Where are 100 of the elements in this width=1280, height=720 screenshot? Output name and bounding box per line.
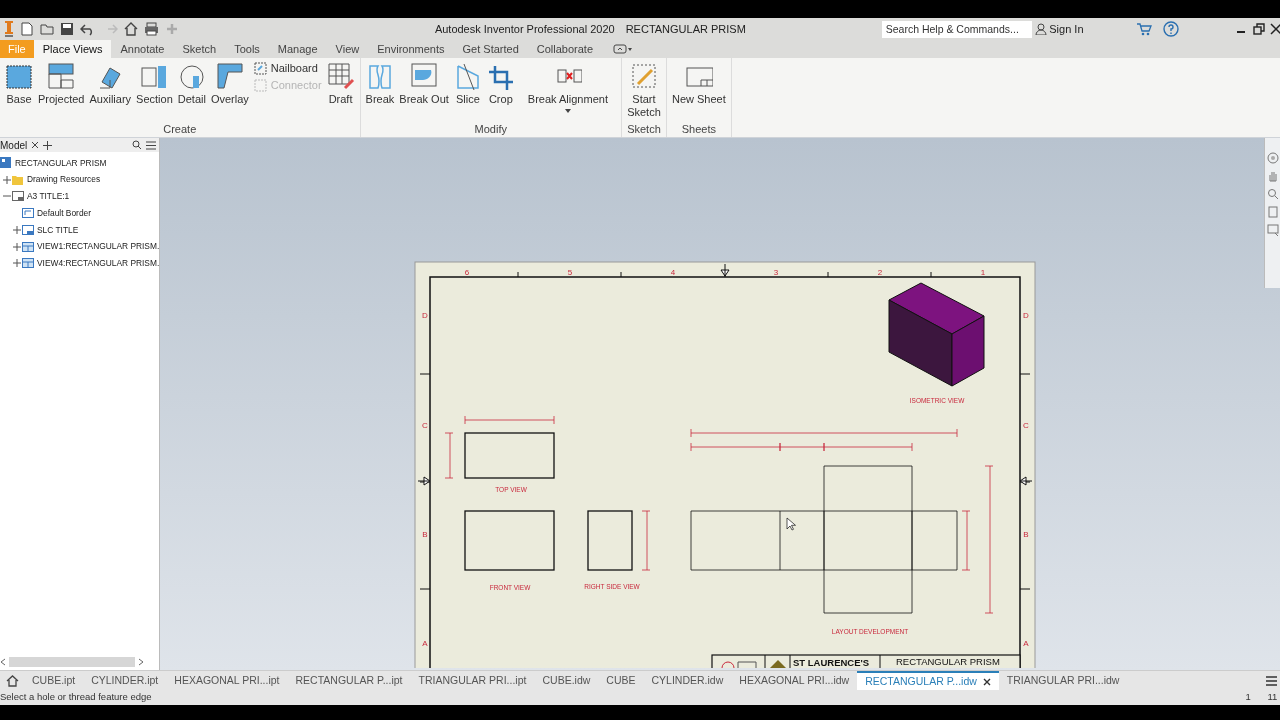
document-tab[interactable]: CUBE.idw (534, 671, 599, 690)
zone-label: B (422, 530, 428, 539)
folder-icon[interactable] (40, 22, 54, 36)
steering-wheel-icon[interactable] (1266, 152, 1279, 164)
ribbon-button[interactable]: Base (3, 60, 35, 122)
new-file-icon[interactable] (20, 22, 34, 36)
document-tab[interactable]: RECTANGULAR P...idw (857, 671, 999, 690)
ribbon-button[interactable]: Section (134, 60, 175, 122)
tree-item[interactable]: VIEW4:RECTANGULAR PRISM. (37, 256, 160, 270)
close-icon[interactable] (31, 141, 40, 149)
overlay-view-icon (215, 62, 244, 90)
help-icon[interactable] (1163, 21, 1179, 37)
expand-icon[interactable] (12, 242, 21, 251)
tree-item[interactable]: SLC TITLE (37, 223, 79, 237)
expand-icon[interactable] (12, 225, 21, 234)
close-icon[interactable] (1270, 23, 1280, 35)
tree-item[interactable]: VIEW1:RECTANGULAR PRISM. (37, 240, 160, 253)
status-cell: 1 (1245, 690, 1251, 705)
print-icon[interactable] (144, 22, 159, 36)
expand-icon[interactable] (2, 175, 11, 184)
drawing-view-icon (22, 240, 34, 253)
panel-label: Sketch (626, 122, 662, 136)
home-icon[interactable] (5, 674, 19, 687)
drawing-title: RECTANGULAR PRISM (896, 656, 1000, 667)
panel-label: Modify (473, 122, 508, 136)
document-tab[interactable]: TRIANGULAR PRI...idw (998, 671, 1128, 690)
ribbon-button[interactable]: Auxiliary (87, 60, 134, 122)
ribbon-button[interactable]: Slice (451, 60, 484, 122)
tree-item[interactable]: RECTANGULAR PRISM (15, 156, 107, 170)
ribbon-button[interactable]: New Sheet (669, 60, 728, 122)
ribbon-button[interactable]: Projected (36, 60, 87, 122)
tree-item[interactable]: Default Border (37, 206, 91, 220)
pan-hand-icon[interactable] (1266, 170, 1279, 182)
zone-label: A (1023, 639, 1029, 648)
ribbon-tab[interactable]: Manage (268, 40, 327, 58)
ribbon-tool[interactable]: Nailboard (251, 60, 324, 77)
title-block-icon (22, 223, 34, 236)
ribbon-tab[interactable]: View (326, 40, 369, 58)
add-tab-icon[interactable] (43, 140, 53, 150)
ribbon-tab[interactable]: Get Started (453, 40, 528, 58)
drawing-view-icon (22, 257, 34, 270)
close-icon[interactable] (982, 677, 991, 686)
restore-icon[interactable] (1252, 23, 1265, 35)
connector-icon (253, 79, 267, 92)
mouse-cursor-icon (786, 517, 796, 531)
sketch-icon (629, 62, 658, 90)
document-tab[interactable]: TRIANGULAR PRI...ipt (410, 671, 535, 690)
document-tab[interactable]: HEXAGONAL PRI...ipt (166, 671, 288, 690)
ribbon-button[interactable]: Break Alignment (517, 60, 618, 122)
ribbon-button[interactable]: Overlay (208, 60, 251, 122)
nailboard-icon (253, 62, 267, 75)
page-icon[interactable] (1266, 206, 1279, 218)
document-tab[interactable]: HEXAGONAL PRI...idw (731, 671, 858, 690)
border-icon (22, 207, 34, 220)
home-icon[interactable] (124, 22, 138, 36)
ribbon-tab[interactable]: Tools (225, 40, 269, 58)
break-out-icon (410, 62, 439, 90)
ribbon-tab[interactable]: Environments (368, 40, 454, 58)
cart-icon[interactable] (1136, 22, 1152, 36)
view-icon[interactable] (1266, 224, 1279, 236)
status-cell: 11 (1267, 690, 1278, 705)
ribbon-button[interactable]: Crop (484, 60, 517, 122)
side-view-outline (587, 510, 633, 571)
ribbon-button[interactable]: Draft (324, 60, 357, 122)
sign-in-link[interactable]: Sign In (1049, 20, 1084, 38)
ribbon-button[interactable]: Break Out (397, 60, 451, 122)
tree-item[interactable]: Drawing Resources (27, 173, 101, 187)
document-tab[interactable]: RECTANGULAR P...ipt (287, 671, 411, 690)
zone-label: 3 (773, 268, 779, 277)
ribbon-button[interactable]: Start Sketch (624, 60, 663, 122)
zone-label: 4 (670, 268, 676, 277)
document-tab[interactable]: CYLINDER.ipt (83, 671, 167, 690)
ribbon-tab[interactable]: Collaborate (527, 40, 603, 58)
ribbon-button[interactable]: Detail (175, 60, 208, 122)
scrollbar[interactable] (8, 656, 135, 667)
ribbon-tab[interactable]: Place Views (33, 40, 112, 58)
zone-label: C (1023, 421, 1029, 430)
scroll-right-icon[interactable] (137, 657, 144, 666)
menu-icon[interactable] (146, 140, 157, 150)
zone-label: 6 (464, 268, 470, 277)
zone-label: 1 (980, 268, 986, 277)
search-icon[interactable] (132, 140, 143, 150)
ribbon-button[interactable]: Break (363, 60, 397, 122)
ribbon-tab[interactable]: Annotate (111, 40, 174, 58)
search-field[interactable]: Search Help & Commands... (881, 20, 1032, 38)
zone-label: D (422, 311, 428, 320)
document-tab[interactable]: CUBE.ipt (24, 671, 84, 690)
ribbon-tab[interactable]: Sketch (173, 40, 226, 58)
panel-toggle-icon[interactable] (613, 44, 634, 54)
scroll-left-icon[interactable] (0, 657, 6, 666)
zoom-icon[interactable] (1266, 188, 1279, 200)
detail-view-icon (177, 62, 206, 90)
document-tab[interactable]: CUBE (598, 671, 644, 690)
zone-label: D (1023, 311, 1029, 320)
save-icon[interactable] (60, 22, 74, 36)
menu-icon[interactable] (1266, 675, 1278, 686)
tree-item[interactable]: A3 TITLE:1 (27, 190, 70, 203)
caret-icon (564, 109, 571, 113)
document-tab[interactable]: CYLINDER.idw (643, 671, 732, 690)
expand-icon[interactable] (12, 259, 21, 268)
